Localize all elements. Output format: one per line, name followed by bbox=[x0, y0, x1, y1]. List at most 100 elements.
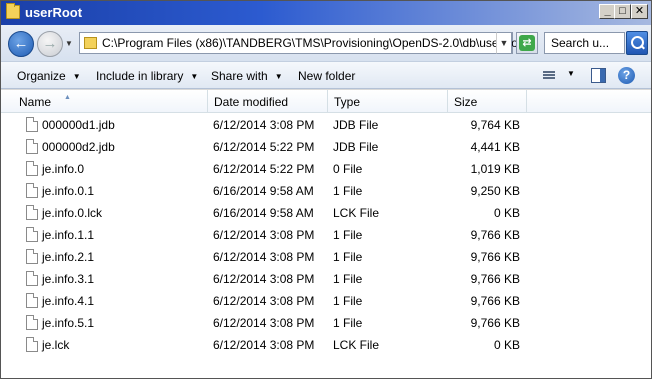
table-row[interactable]: 000000d1.jdb 6/12/2014 3:08 PM JDB File 9,7… bbox=[1, 114, 651, 136]
file-name: je.info.0 bbox=[42, 162, 85, 176]
file-date-modified: 6/12/2014 5:22 PM bbox=[213, 162, 315, 176]
table-row[interactable]: je.info.5.1 6/12/2014 3:08 PM 1 File 9,766 … bbox=[1, 312, 651, 334]
file-size: 9,766 KB bbox=[470, 316, 520, 330]
file-size: 9,250 KB bbox=[470, 184, 520, 198]
address-row: ← → ▼ C:\Program Files (x86)\TANDBERG\TM… bbox=[1, 25, 651, 61]
search-icon[interactable] bbox=[626, 31, 648, 55]
include-in-library-menu[interactable]: Include in library ▼ bbox=[96, 69, 198, 83]
file-date-modified: 6/12/2014 3:08 PM bbox=[213, 338, 315, 352]
file-icon bbox=[26, 117, 38, 132]
column-header-type[interactable]: Type bbox=[328, 90, 448, 113]
address-bar[interactable]: C:\Program Files (x86)\TANDBERG\TMS\Prov… bbox=[79, 32, 528, 54]
file-size: 4,441 KB bbox=[470, 140, 520, 154]
file-size: 9,766 KB bbox=[470, 250, 520, 264]
file-type: 1 File bbox=[333, 184, 363, 198]
organize-label: Organize bbox=[17, 69, 66, 83]
file-type: LCK File bbox=[333, 338, 380, 352]
file-date-modified: 6/12/2014 5:22 PM bbox=[213, 140, 315, 154]
table-row[interactable]: je.lck 6/12/2014 3:08 PM LCK File 0 KB bbox=[1, 334, 651, 356]
command-bar: Organize ▼ Include in library ▼ Share with… bbox=[1, 61, 651, 89]
file-icon bbox=[26, 227, 38, 242]
new-folder-button[interactable]: New folder bbox=[298, 69, 355, 83]
file-type: JDB File bbox=[333, 118, 379, 132]
file-type: 1 File bbox=[333, 316, 363, 330]
maximize-button[interactable]: □ bbox=[614, 4, 631, 19]
chevron-down-icon: ▼ bbox=[190, 72, 199, 81]
table-row[interactable]: je.info.1.1 6/12/2014 3:08 PM 1 File 9,766 … bbox=[1, 224, 651, 246]
file-size: 0 KB bbox=[493, 206, 520, 220]
file-size: 9,764 KB bbox=[470, 118, 520, 132]
organize-menu[interactable]: Organize ▼ bbox=[17, 69, 81, 83]
file-icon bbox=[26, 183, 38, 198]
view-dropdown[interactable]: ▼ bbox=[567, 69, 575, 78]
file-icon bbox=[26, 139, 38, 154]
table-row[interactable]: je.info.0 6/12/2014 5:22 PM 0 File 1,019 KB bbox=[1, 158, 651, 180]
file-date-modified: 6/16/2014 9:58 AM bbox=[213, 206, 314, 220]
file-size: 9,766 KB bbox=[470, 272, 520, 286]
table-row[interactable]: 000000d2.jdb 6/12/2014 5:22 PM JDB File 4,4… bbox=[1, 136, 651, 158]
file-size: 9,766 KB bbox=[470, 228, 520, 242]
preview-pane-icon[interactable] bbox=[591, 68, 606, 83]
file-date-modified: 6/12/2014 3:08 PM bbox=[213, 272, 315, 286]
share-with-label: Share with bbox=[211, 69, 268, 83]
folder-icon bbox=[6, 3, 20, 19]
search-placeholder: Search u... bbox=[551, 36, 610, 50]
table-row[interactable]: je.info.0.lck 6/16/2014 9:58 AM LCK File 0 … bbox=[1, 202, 651, 224]
column-header-date-modified[interactable]: Date modified bbox=[208, 90, 328, 113]
table-row[interactable]: je.info.2.1 6/12/2014 3:08 PM 1 File 9,766 … bbox=[1, 246, 651, 268]
column-header-size[interactable]: Size bbox=[448, 90, 527, 113]
file-name: je.info.1.1 bbox=[42, 228, 95, 242]
file-size: 0 KB bbox=[493, 338, 520, 352]
file-date-modified: 6/12/2014 3:08 PM bbox=[213, 250, 315, 264]
back-button[interactable]: ← bbox=[8, 31, 34, 57]
file-icon bbox=[26, 249, 38, 264]
file-type: 0 File bbox=[333, 162, 363, 176]
table-row[interactable]: je.info.3.1 6/12/2014 3:08 PM 1 File 9,766 … bbox=[1, 268, 651, 290]
search-input[interactable]: Search u... bbox=[544, 32, 625, 54]
file-name: 000000d1.jdb bbox=[42, 118, 115, 132]
file-name: je.info.3.1 bbox=[42, 272, 95, 286]
file-icon bbox=[26, 337, 38, 352]
file-icon bbox=[26, 161, 38, 176]
file-date-modified: 6/12/2014 3:08 PM bbox=[213, 316, 315, 330]
folder-icon bbox=[84, 37, 97, 49]
address-dropdown[interactable]: ▼ bbox=[496, 32, 512, 54]
file-date-modified: 6/12/2014 3:08 PM bbox=[213, 118, 315, 132]
view-options-icon[interactable] bbox=[539, 70, 555, 82]
file-type: LCK File bbox=[333, 206, 380, 220]
help-icon[interactable]: ? bbox=[618, 67, 635, 84]
file-size: 9,766 KB bbox=[470, 294, 520, 308]
file-name: 000000d2.jdb bbox=[42, 140, 115, 154]
file-date-modified: 6/12/2014 3:08 PM bbox=[213, 228, 315, 242]
sort-ascending-icon: ▲ bbox=[64, 94, 71, 101]
file-type: 1 File bbox=[333, 250, 363, 264]
column-header-name[interactable]: Name ▲ bbox=[13, 90, 208, 113]
close-button[interactable]: ✕ bbox=[631, 4, 648, 19]
refresh-icon: ⇄ bbox=[519, 35, 535, 51]
chevron-down-icon: ▼ bbox=[274, 72, 283, 81]
file-name: je.info.2.1 bbox=[42, 250, 95, 264]
file-type: 1 File bbox=[333, 228, 363, 242]
file-name: je.info.5.1 bbox=[42, 316, 95, 330]
title-bar[interactable]: userRoot _ □ ✕ bbox=[1, 1, 651, 25]
include-in-library-label: Include in library bbox=[96, 69, 184, 83]
column-header-row: Name ▲ Date modified Type Size bbox=[1, 90, 651, 113]
file-type: 1 File bbox=[333, 272, 363, 286]
file-type: 1 File bbox=[333, 294, 363, 308]
chevron-down-icon: ▼ bbox=[72, 72, 81, 81]
refresh-button[interactable]: ⇄ bbox=[516, 32, 538, 54]
forward-button[interactable]: → bbox=[37, 31, 63, 57]
table-row[interactable]: je.info.4.1 6/12/2014 3:08 PM 1 File 9,766 … bbox=[1, 290, 651, 312]
file-name: je.info.0.lck bbox=[42, 206, 103, 220]
file-name: je.lck bbox=[42, 338, 70, 352]
table-row[interactable]: je.info.0.1 6/16/2014 9:58 AM 1 File 9,250 … bbox=[1, 180, 651, 202]
file-name: je.info.0.1 bbox=[42, 184, 95, 198]
file-icon bbox=[26, 271, 38, 286]
file-type: JDB File bbox=[333, 140, 379, 154]
explorer-window: userRoot _ □ ✕ ← → ▼ C:\Program Files (x… bbox=[0, 0, 652, 379]
recent-pages-dropdown[interactable]: ▼ bbox=[64, 39, 74, 49]
share-with-menu[interactable]: Share with ▼ bbox=[211, 69, 283, 83]
file-icon bbox=[26, 315, 38, 330]
address-path[interactable]: C:\Program Files (x86)\TANDBERG\TMS\Prov… bbox=[102, 36, 528, 50]
file-list: Name ▲ Date modified Type Size 000000d1.… bbox=[1, 90, 651, 378]
